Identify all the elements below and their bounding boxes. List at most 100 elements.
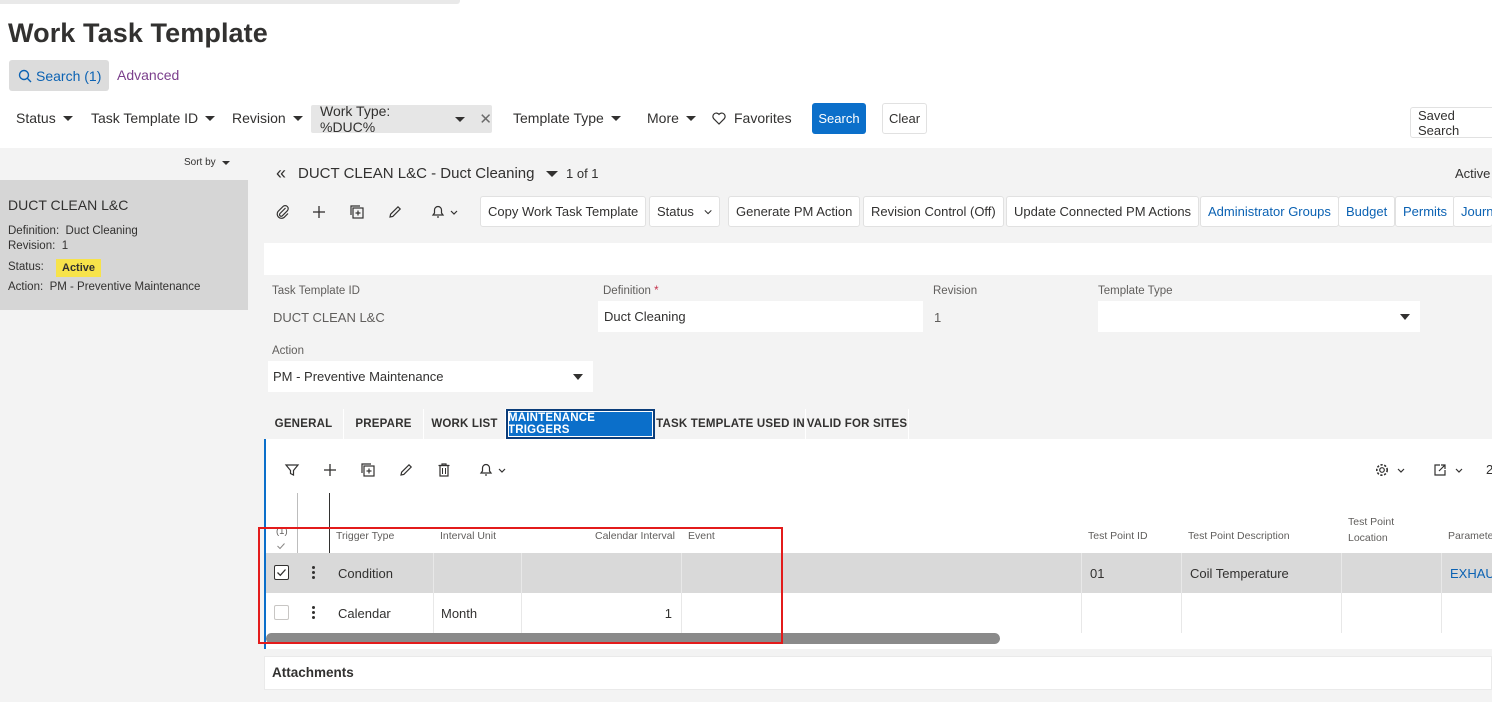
highlight-box — [258, 527, 783, 644]
tab-prepare[interactable]: PREPARE — [344, 409, 424, 439]
chevron-down-icon[interactable] — [545, 170, 558, 177]
export-icon[interactable] — [1428, 459, 1468, 481]
column-divider — [1181, 553, 1182, 633]
record-card-definition: Definition: Duct Cleaning — [8, 225, 138, 237]
record-state: Active — [1455, 166, 1491, 181]
column-divider — [1081, 553, 1082, 633]
record-count: 1 of 1 — [566, 166, 599, 181]
sort-by-dropdown[interactable]: Sort by — [184, 157, 230, 168]
status-button-label: Status — [657, 204, 694, 219]
filter-task-template-id[interactable]: Task Template ID — [91, 110, 216, 126]
revision-control-button[interactable]: Revision Control (Off) — [863, 196, 1004, 227]
trash-icon[interactable] — [433, 459, 455, 481]
definition-field[interactable]: Duct Cleaning — [598, 301, 923, 332]
column-divider — [1441, 553, 1442, 633]
template-type-label: Template Type — [1098, 285, 1173, 297]
journal-link[interactable]: Journ — [1453, 196, 1492, 227]
chevron-down-icon — [573, 373, 583, 380]
cell-test-point-description: Coil Temperature — [1190, 566, 1289, 581]
filter-work-type-chip[interactable]: Work Type: %DUC% ✕ — [311, 103, 492, 135]
chevron-down-icon — [610, 115, 621, 121]
column-header-test-point-description[interactable]: Test Point Description — [1188, 530, 1290, 542]
page-number: 2 — [1486, 462, 1492, 477]
action-label: Action: — [8, 281, 44, 293]
favorites-button[interactable]: Favorites — [712, 110, 792, 126]
collapse-panel-icon[interactable]: « — [276, 163, 286, 184]
bell-icon[interactable] — [424, 201, 464, 223]
tab-general[interactable]: GENERAL — [264, 409, 344, 439]
saved-search-button[interactable]: Saved Search — [1410, 107, 1492, 138]
column-header-test-point-id[interactable]: Test Point ID — [1088, 530, 1148, 542]
cell-parameter-link[interactable]: EXHAU — [1450, 566, 1492, 581]
generate-pm-action-button[interactable]: Generate PM Action — [728, 196, 861, 227]
filter-task-template-id-label: Task Template ID — [91, 110, 199, 126]
tab-work-list[interactable]: WORK LIST — [424, 409, 506, 439]
add-icon[interactable] — [308, 201, 330, 223]
chevron-down-icon — [221, 160, 230, 165]
revision-label: Revision — [933, 285, 978, 297]
administrator-groups-link[interactable]: Administrator Groups — [1200, 196, 1339, 227]
update-connected-pm-actions-button[interactable]: Update Connected PM Actions — [1006, 196, 1200, 227]
status-dropdown-button[interactable]: Status — [649, 196, 720, 227]
clear-button[interactable]: Clear — [882, 103, 927, 134]
record-card-title: DUCT CLEAN L&C — [8, 197, 129, 213]
advanced-search-link[interactable]: Advanced — [117, 67, 179, 83]
status-badge: Active — [56, 259, 102, 277]
duplicate-icon[interactable] — [357, 459, 379, 481]
task-template-id-label: Task Template ID — [272, 285, 360, 297]
top-edge-bar — [0, 0, 460, 4]
form-card-header — [264, 243, 1492, 275]
copy-work-task-template-button[interactable]: Copy Work Task Template — [480, 196, 647, 227]
search-mode-label: Search (1) — [36, 67, 102, 84]
chevron-down-icon — [685, 115, 696, 121]
search-button[interactable]: Search — [812, 103, 866, 134]
paperclip-icon[interactable] — [272, 201, 294, 223]
task-template-id-value: DUCT CLEAN L&C — [273, 310, 385, 325]
gear-icon[interactable] — [1370, 459, 1410, 481]
filter-template-type[interactable]: Template Type — [513, 110, 621, 126]
column-header-parameter[interactable]: Paramete — [1448, 530, 1492, 542]
tab-valid-for-sites[interactable]: VALID FOR SITES — [806, 409, 909, 439]
definition-label-text: Definition — [603, 285, 651, 297]
add-icon[interactable] — [319, 459, 341, 481]
chevron-down-icon — [205, 115, 216, 121]
definition-label: Definition: — [8, 225, 60, 237]
action-value: PM - Preventive Maintenance — [49, 281, 201, 293]
definition-value: Duct Cleaning — [65, 225, 138, 237]
edit-icon[interactable] — [384, 201, 406, 223]
page-title: Work Task Template — [8, 18, 268, 48]
edit-icon[interactable] — [395, 459, 417, 481]
definition-label: Definition * — [603, 285, 659, 297]
chevron-down-icon[interactable] — [455, 116, 466, 122]
chevron-down-icon — [292, 115, 303, 121]
permits-link[interactable]: Permits — [1395, 196, 1456, 227]
filter-template-type-label: Template Type — [513, 110, 604, 126]
budget-link[interactable]: Budget — [1338, 196, 1396, 227]
sort-by-label: Sort by — [184, 157, 216, 168]
record-card-status-label: Status: — [8, 261, 44, 273]
template-type-select[interactable] — [1098, 301, 1420, 332]
action-label: Action — [272, 345, 304, 357]
filter-revision[interactable]: Revision — [232, 110, 303, 126]
attachments-title: Attachments — [272, 665, 354, 680]
filter-more-label: More — [647, 110, 679, 126]
filter-status[interactable]: Status — [16, 110, 73, 126]
filter-icon[interactable] — [281, 459, 303, 481]
required-marker: * — [654, 285, 659, 297]
filter-more[interactable]: More — [647, 110, 696, 126]
column-header-test-point-location[interactable]: Test Point Location — [1348, 514, 1408, 546]
tab-maintenance-triggers[interactable]: MAINTENANCE TRIGGERS — [506, 409, 655, 439]
search-mode-button[interactable]: Search (1) — [9, 60, 109, 91]
close-icon[interactable]: ✕ — [479, 110, 492, 128]
heart-icon — [712, 111, 726, 125]
action-select[interactable]: PM - Preventive Maintenance — [268, 361, 593, 392]
filter-work-type-label: Work Type: %DUC% — [320, 103, 391, 135]
bell-icon[interactable] — [472, 459, 512, 481]
duplicate-icon[interactable] — [346, 201, 368, 223]
revision-value: 1 — [934, 310, 942, 325]
revision-label: Revision: — [8, 240, 56, 252]
attachments-section[interactable] — [264, 656, 1492, 690]
record-header: « DUCT CLEAN L&C - Duct Cleaning — [276, 163, 558, 184]
tab-task-template-used-in[interactable]: TASK TEMPLATE USED IN — [656, 409, 806, 439]
search-icon — [18, 69, 32, 82]
